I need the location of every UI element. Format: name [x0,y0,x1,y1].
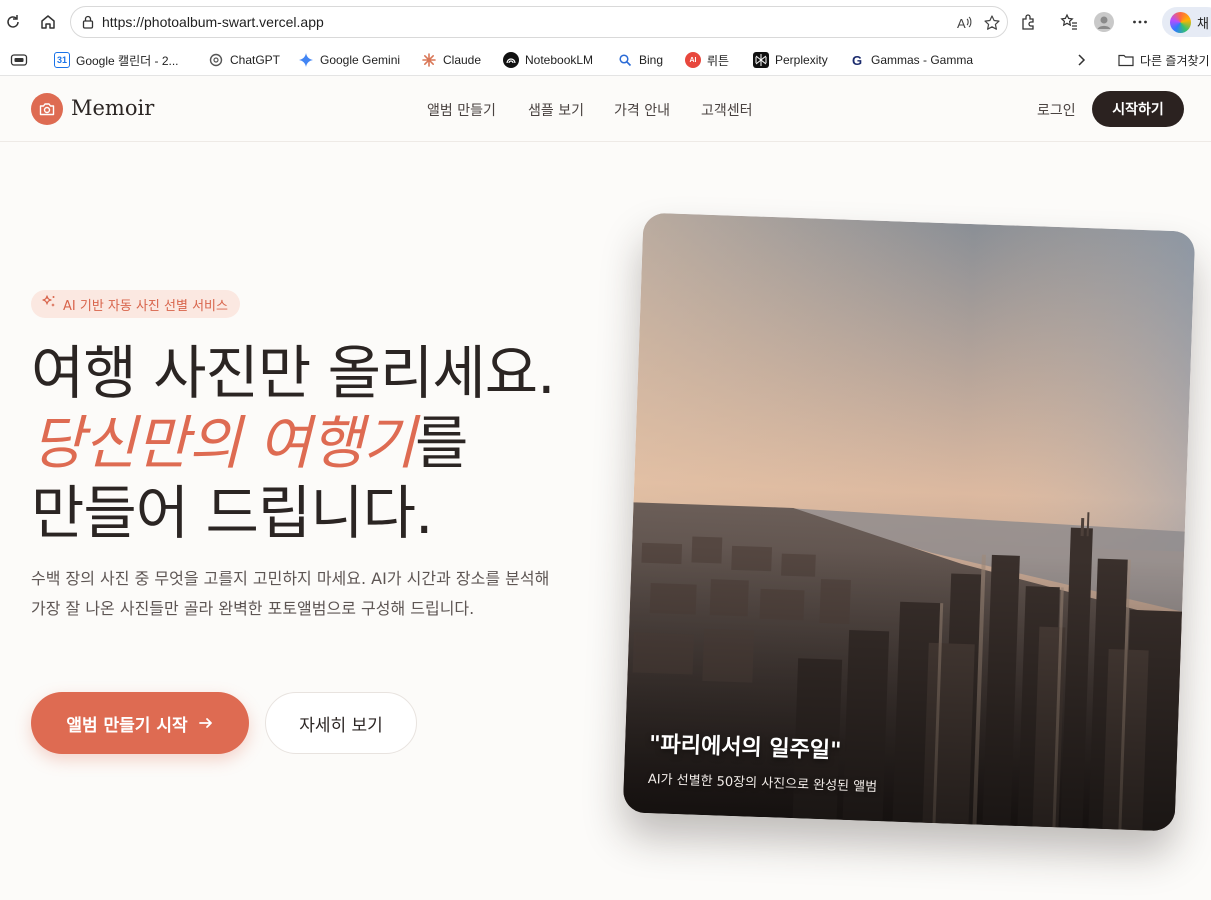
tab-actions-icon[interactable] [10,50,28,70]
bookmark-label: 다른 즐겨찾기 [1140,53,1210,68]
bookmark-wrtn[interactable]: AI 뤼튼 [685,50,729,70]
gamma-icon: G [851,52,863,68]
bookmark-claude[interactable]: Claude [421,50,481,70]
bookmark-label: Gammas - Gamma [871,53,974,67]
svg-text:A: A [957,16,966,31]
more-menu-icon[interactable] [1129,11,1151,33]
bookmark-label: NotebookLM [525,53,594,67]
home-icon[interactable] [37,11,59,33]
profile-avatar-icon[interactable] [1093,11,1115,33]
bookmark-google-gemini[interactable]: Google Gemini [298,50,400,70]
chevron-right-icon[interactable] [1074,50,1088,70]
bookmark-perplexity[interactable]: Perplexity [753,50,828,70]
nav-support[interactable]: 고객센터 [701,100,753,120]
photo-caption-title: "파리에서의 일주일" [648,732,842,764]
bookmark-label: Bing [639,53,664,67]
sparkle-icon [41,294,57,314]
ai-service-badge: AI 기반 자동 사진 선별 서비스 [31,290,240,318]
bookmarks-bar: 31 Google 캘린더 - 2... ChatGPT Google Gemi… [0,44,1211,76]
bookmark-google-calendar[interactable]: 31 Google 캘린더 - 2... [54,50,179,70]
hero-headline: 여행 사진만 올리세요. 당신만의 여행기를 만들어 드립니다. [31,338,591,548]
nav-view-samples[interactable]: 샘플 보기 [528,100,584,120]
copilot-button[interactable]: 채 [1162,7,1211,37]
gemini-icon [298,52,314,68]
headline-accent: 당신만의 여행기 [31,409,416,477]
lock-icon [80,14,96,30]
badge-label: AI 기반 자동 사진 선별 서비스 [63,298,228,314]
perplexity-icon [753,52,769,68]
claude-icon [421,52,437,68]
bookmark-notebooklm[interactable]: NotebookLM [503,50,593,70]
bookmark-label: Google 캘린더 - 2... [76,53,179,68]
bookmark-label: 뤼튼 [707,53,730,68]
start-album-button[interactable]: 앨범 만들기 시작 [31,692,249,754]
favorite-star-icon[interactable] [983,14,1001,32]
login-link[interactable]: 로그인 [1037,100,1076,120]
hero-description: 수백 장의 사진 중 무엇을 고를지 고민하지 마세요. AI가 시간과 장소를… [31,569,550,618]
bookmark-label: Google Gemini [320,53,401,67]
calendar-icon: 31 [54,52,70,68]
copilot-label: 채 [1197,17,1209,32]
bookmark-label: Perplexity [775,53,828,67]
chatgpt-icon [208,52,224,68]
bookmark-label: Claude [443,53,482,67]
wrtn-icon: AI [685,52,701,68]
site-header: Memoir 앨범 만들기 샘플 보기 가격 안내 고객센터 로그인 시작하기 [0,76,1211,142]
copilot-icon [1170,12,1191,33]
start-button[interactable]: 시작하기 [1092,91,1184,127]
bing-icon [617,52,633,68]
bookmark-chatgpt[interactable]: ChatGPT [208,50,280,70]
other-bookmarks-folder[interactable]: 다른 즐겨찾기 [1118,50,1210,70]
start-album-label: 앨범 만들기 시작 [66,715,188,736]
headline-line-3: 만들어 드립니다. [31,479,433,547]
headline-line-2: 당신만의 여행기를 [31,408,591,478]
reload-icon[interactable] [2,11,24,33]
bookmark-bing[interactable]: Bing [617,50,663,70]
nav-create-album[interactable]: 앨범 만들기 [427,100,496,120]
bookmark-gamma[interactable]: G Gammas - Gamma [849,50,973,70]
camera-logo-icon[interactable] [31,93,63,125]
folder-icon [1118,52,1134,68]
photo-caption: "파리에서의 일주일" AI가 선별한 50장의 사진으로 완성된 앨범 [648,726,879,795]
read-aloud-icon[interactable]: A [955,14,973,32]
favorites-icon[interactable] [1058,11,1080,33]
arrow-right-icon [198,715,214,731]
bookmark-label: ChatGPT [230,53,281,67]
nav-pricing[interactable]: 가격 안내 [614,100,670,120]
browser-toolbar: https://photoalbum-swart.vercel.app A 채 [0,0,1211,44]
url-text: https://photoalbum-swart.vercel.app [102,14,324,30]
headline-line-1: 여행 사진만 올리세요. [31,339,556,407]
sample-album-photo-card[interactable]: "파리에서의 일주일" AI가 선별한 50장의 사진으로 완성된 앨범 [622,212,1196,832]
extensions-icon[interactable] [1017,11,1039,33]
learn-more-button[interactable]: 자세히 보기 [265,692,417,754]
headline-line-2-rest: 를 [414,409,468,477]
brand-name[interactable]: Memoir [71,96,154,120]
address-bar[interactable]: https://photoalbum-swart.vercel.app A [70,6,1008,38]
notebooklm-icon [503,52,519,68]
